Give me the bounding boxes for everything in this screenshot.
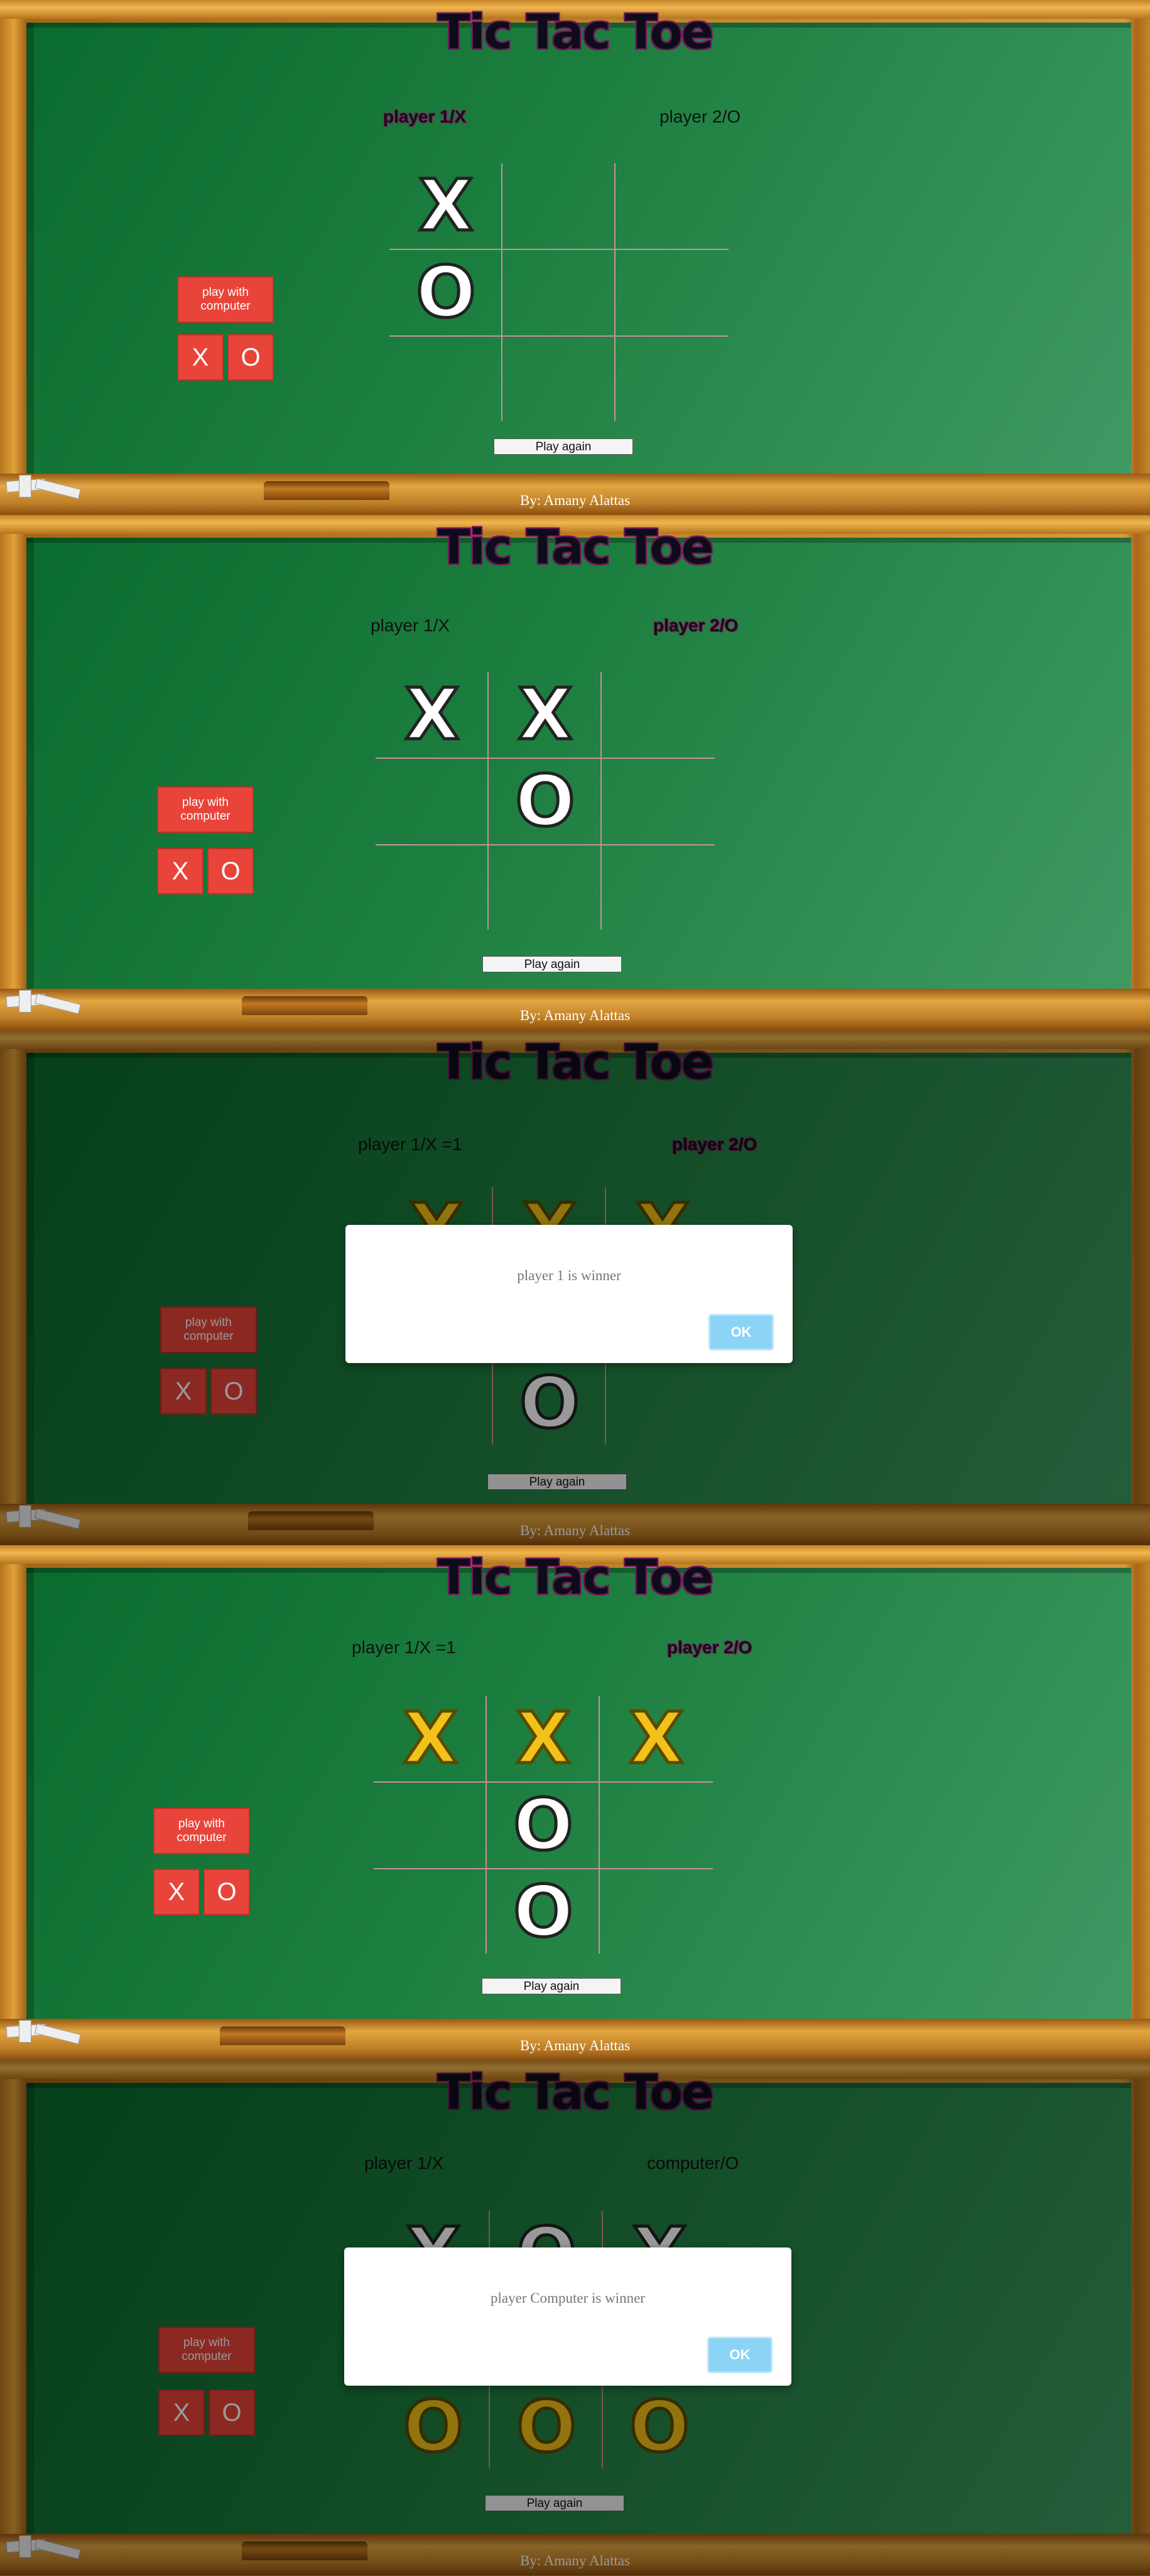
grid-cell-2[interactable]: X	[489, 672, 602, 758]
winner-message: player Computer is winner	[491, 2290, 645, 2306]
grid-cell-3[interactable]: X	[600, 1696, 713, 1781]
game-panel-4: Tic Tac Toe player 1/X =1 player 2/O pla…	[0, 1545, 1150, 2060]
ok-button[interactable]: OK	[708, 1314, 774, 1350]
grid-cell-6[interactable]	[600, 1783, 713, 1868]
game-title: Tic Tac Toe	[437, 4, 714, 60]
grid-cell-3[interactable]	[616, 163, 729, 249]
grid-cell-6[interactable]	[602, 759, 715, 844]
choose-x-button[interactable]: X	[177, 334, 224, 381]
play-with-computer-button[interactable]: play with computer	[177, 276, 274, 323]
grid-cell-9[interactable]	[600, 1869, 713, 1955]
choose-x-button[interactable]: X	[153, 1869, 200, 1915]
winner-dialog: player Computer is winner OK	[344, 2247, 791, 2386]
grid-cell-9[interactable]	[616, 337, 729, 422]
grid-cell-1[interactable]: X	[374, 1696, 487, 1781]
player2-label: player 2/O	[667, 1638, 752, 1657]
play-again-button[interactable]: Play again	[482, 1978, 621, 1994]
grid-cell-3[interactable]	[602, 672, 715, 758]
game-title: Tic Tac Toe	[437, 1549, 714, 1605]
grid-cell-1[interactable]: X	[389, 163, 502, 249]
grid-cell-1[interactable]: X	[376, 672, 489, 758]
grid-cell-5[interactable]: O	[487, 1783, 600, 1868]
grid-cell-7[interactable]	[389, 337, 502, 422]
winner-dialog: player 1 is winner OK	[345, 1225, 793, 1363]
player2-label: player 2/O	[653, 616, 739, 635]
play-with-computer-button[interactable]: play with computer	[157, 786, 254, 833]
author-credit: By: Amany Alattas	[519, 2038, 631, 2053]
player1-label: player 1/X	[371, 616, 450, 635]
choose-o-button[interactable]: O	[227, 334, 274, 381]
grid-cell-7[interactable]	[376, 845, 489, 931]
grid-cell-9[interactable]	[602, 845, 715, 931]
game-panel-1: Tic Tac Toe player 1/X player 2/O play w…	[0, 0, 1150, 515]
game-grid: XXO	[376, 672, 715, 930]
author-credit: By: Amany Alattas	[519, 492, 631, 508]
play-with-computer-button[interactable]: play with computer	[153, 1808, 250, 1854]
ok-button[interactable]: OK	[707, 2337, 773, 2373]
play-again-button[interactable]: Play again	[482, 956, 622, 972]
player2-label: player 2/O	[659, 107, 741, 126]
grid-cell-8[interactable]	[489, 845, 602, 931]
game-panel-5: Tic Tac Toe player 1/X computer/O play w…	[0, 2060, 1150, 2575]
grid-cell-7[interactable]	[374, 1869, 487, 1955]
grid-cell-8[interactable]	[502, 337, 616, 422]
choose-o-button[interactable]: O	[203, 1869, 250, 1915]
game-panel-2: Tic Tac Toe player 1/X player 2/O play w…	[0, 515, 1150, 1030]
game-grid: XXXOO	[374, 1696, 713, 1954]
game-title: Tic Tac Toe	[437, 519, 714, 575]
grid-cell-4[interactable]: O	[389, 250, 502, 335]
play-again-button[interactable]: Play again	[494, 438, 633, 455]
grid-cell-2[interactable]: X	[487, 1696, 600, 1781]
winner-message: player 1 is winner	[517, 1268, 621, 1283]
grid-cell-5[interactable]	[502, 250, 616, 335]
choose-o-button[interactable]: O	[207, 848, 254, 894]
player1-label: player 1/X	[383, 107, 467, 126]
author-credit: By: Amany Alattas	[519, 1008, 631, 1023]
grid-cell-2[interactable]	[502, 163, 616, 249]
grid-cell-5[interactable]: O	[489, 759, 602, 844]
game-grid: XO	[389, 163, 729, 421]
choose-x-button[interactable]: X	[157, 848, 203, 894]
grid-cell-4[interactable]	[376, 759, 489, 844]
grid-cell-8[interactable]: O	[487, 1869, 600, 1955]
grid-cell-6[interactable]	[616, 250, 729, 335]
grid-cell-4[interactable]	[374, 1783, 487, 1868]
player1-label: player 1/X =1	[352, 1638, 456, 1657]
game-panel-3: Tic Tac Toe player 1/X =1 player 2/O pla…	[0, 1030, 1150, 1545]
screenshot-stack: Tic Tac Toe player 1/X player 2/O play w…	[0, 0, 1150, 2576]
